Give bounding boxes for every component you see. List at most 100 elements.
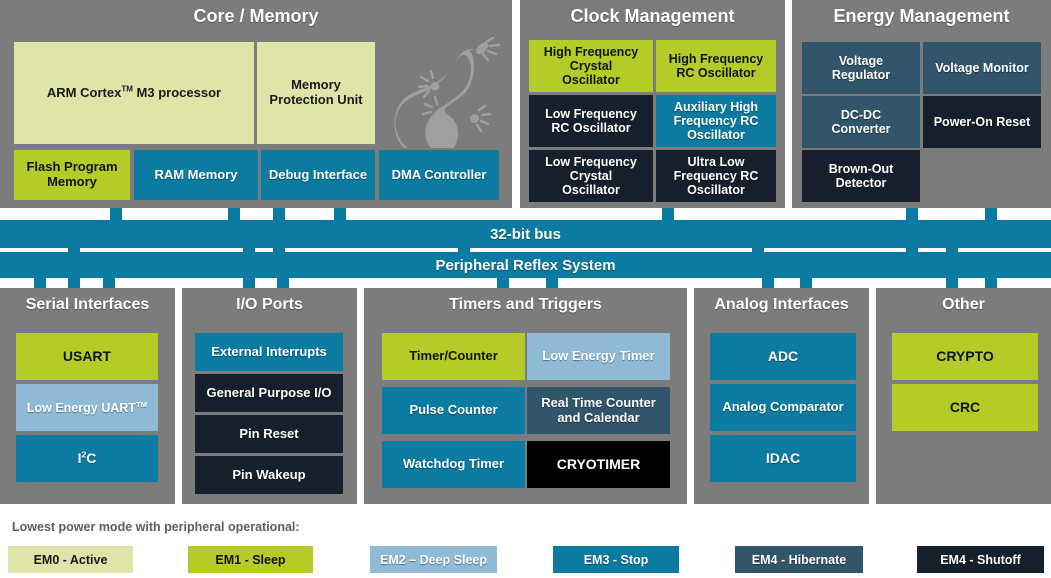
legend-item-em3-stop: EM3 - Stop bbox=[553, 546, 679, 573]
legend-label: EM4 - Hibernate bbox=[751, 552, 847, 567]
panel-title-core-memory: Core / Memory bbox=[193, 6, 319, 26]
block-debug-interface[interactable]: Debug Interface bbox=[261, 150, 375, 200]
block-label: Voltage Monitor bbox=[935, 61, 1029, 75]
block-high-frequency-rc-oscillator[interactable]: High Frequency RC Oscillator bbox=[656, 40, 776, 92]
block-voltage-regulator[interactable]: Voltage Regulator bbox=[802, 42, 920, 94]
block-label: Low Energy UARTTM bbox=[26, 399, 148, 415]
legend-item-em0-active: EM0 - Active bbox=[8, 546, 133, 573]
block-auxiliary-high-frequency-rc-oscillator[interactable]: Auxiliary High Frequency RC Oscillator bbox=[656, 95, 776, 147]
bus-stub-bottom-3 bbox=[103, 278, 115, 288]
legend-item-em2-deep-sleep: EM2 – Deep Sleep bbox=[370, 546, 497, 573]
block-low-energy-timer[interactable]: Low Energy Timer bbox=[527, 333, 670, 380]
block-pulse-counter[interactable]: Pulse Counter bbox=[382, 387, 525, 434]
block-adc[interactable]: ADC bbox=[710, 333, 856, 380]
bus-stub-bottom-6 bbox=[497, 278, 509, 288]
block-ultra-low-frequency-rc-oscillator[interactable]: Ultra Low Frequency RC Oscillator bbox=[656, 150, 776, 202]
block-usart[interactable]: USART bbox=[16, 333, 158, 380]
block-i2c[interactable]: I2C bbox=[16, 435, 158, 482]
block-memory-protection-unit[interactable]: Memory Protection Unit bbox=[257, 42, 375, 144]
block-general-purpose-io[interactable]: General Purpose I/O bbox=[195, 374, 343, 412]
bus-32bit: 32-bit bus bbox=[0, 220, 1051, 248]
block-label: Voltage Regulator bbox=[831, 54, 891, 82]
panel-title-clock-management: Clock Management bbox=[570, 6, 735, 26]
block-label: Pulse Counter bbox=[409, 402, 498, 418]
panel-core-memory: Core / Memory ARM CortexTM M3 processor bbox=[0, 0, 512, 208]
block-idac[interactable]: IDAC bbox=[710, 435, 856, 482]
legend-label: EM0 - Active bbox=[33, 552, 108, 567]
block-label: Low Energy Timer bbox=[542, 348, 655, 364]
block-label: Watchdog Timer bbox=[402, 456, 505, 472]
panel-title-timers-and-triggers: Timers and Triggers bbox=[449, 296, 602, 313]
block-diagram: Core / Memory ARM CortexTM M3 processor bbox=[0, 0, 1051, 578]
bus-stub-bottom-5 bbox=[277, 278, 289, 288]
block-label: Power-On Reset bbox=[933, 115, 1031, 129]
block-label: IDAC bbox=[765, 449, 801, 466]
legend-label: EM2 – Deep Sleep bbox=[380, 552, 487, 567]
block-label: Memory Protection Unit bbox=[269, 77, 363, 107]
block-label: High Frequency RC Oscillator bbox=[668, 52, 764, 80]
block-pin-reset[interactable]: Pin Reset bbox=[195, 415, 343, 453]
block-external-interrupts[interactable]: External Interrupts bbox=[195, 333, 343, 371]
panel-other: Other CRYPTO CRC bbox=[876, 288, 1051, 504]
block-arm-cortex-m3-processor[interactable]: ARM CortexTM M3 processor bbox=[14, 42, 254, 144]
gecko-logo bbox=[378, 36, 502, 161]
bus-stub-bottom-8 bbox=[762, 278, 774, 288]
panel-timers-and-triggers: Timers and Triggers Timer/Counter Low En… bbox=[364, 288, 687, 504]
block-low-frequency-rc-oscillator[interactable]: Low Frequency RC Oscillator bbox=[529, 95, 653, 147]
legend-item-em4-shutoff: EM4 - Shutoff bbox=[917, 546, 1044, 573]
bus-stub-bottom-2 bbox=[68, 278, 80, 288]
block-label: ARM CortexTM M3 processor bbox=[46, 84, 222, 100]
block-label: Timer/Counter bbox=[409, 348, 498, 364]
block-label: RAM Memory bbox=[154, 166, 238, 182]
block-cryotimer[interactable]: CRYOTIMER bbox=[527, 441, 670, 488]
panel-energy-management: Energy Management Voltage Regulator Volta… bbox=[792, 0, 1051, 208]
block-flash-program-memory[interactable]: Flash Program Memory bbox=[14, 150, 130, 200]
block-timer-counter[interactable]: Timer/Counter bbox=[382, 333, 525, 380]
block-label: Low Frequency Crystal Oscillator bbox=[545, 155, 637, 197]
panel-title-analog-interfaces: Analog Interfaces bbox=[714, 296, 849, 313]
block-watchdog-timer[interactable]: Watchdog Timer bbox=[382, 441, 525, 488]
legend-label: EM4 - Shutoff bbox=[940, 552, 1021, 567]
bus-stub-bottom-11 bbox=[985, 278, 997, 288]
block-power-on-reset[interactable]: Power-On Reset bbox=[923, 96, 1041, 148]
panel-analog-interfaces: Analog Interfaces ADC Analog Comparator … bbox=[694, 288, 869, 504]
bus-peripheral-reflex-system: Peripheral Reflex System bbox=[0, 252, 1051, 278]
bus-stub-bottom-7 bbox=[546, 278, 558, 288]
block-label: Flash Program Memory bbox=[26, 159, 118, 189]
panel-serial-interfaces: Serial Interfaces USART Low Energy UARTT… bbox=[0, 288, 175, 504]
panel-title-other: Other bbox=[942, 296, 985, 313]
block-label: Debug Interface bbox=[268, 166, 368, 182]
block-label: I2C bbox=[77, 449, 97, 466]
block-ram-memory[interactable]: RAM Memory bbox=[134, 150, 258, 200]
block-label: Pin Reset bbox=[239, 425, 299, 441]
block-low-energy-uart[interactable]: Low Energy UARTTM bbox=[16, 384, 158, 431]
block-voltage-monitor[interactable]: Voltage Monitor bbox=[923, 42, 1041, 94]
block-crypto[interactable]: CRYPTO bbox=[892, 333, 1038, 380]
block-label: High Frequency Crystal Oscillator bbox=[543, 45, 639, 87]
panel-clock-management: Clock Management High Frequency Crystal Os… bbox=[520, 0, 785, 208]
block-label: USART bbox=[62, 347, 112, 364]
block-label: DMA Controller bbox=[391, 166, 487, 182]
block-label: Pin Wakeup bbox=[232, 466, 306, 482]
block-label: CRYOTIMER bbox=[556, 455, 641, 472]
block-label: CRYPTO bbox=[936, 347, 994, 364]
block-dma-controller[interactable]: DMA Controller bbox=[379, 150, 499, 200]
block-label: Auxiliary High Frequency RC Oscillator bbox=[673, 100, 759, 142]
block-dc-dc-converter[interactable]: DC-DC Converter bbox=[802, 96, 920, 148]
bus-prs-label: Peripheral Reflex System bbox=[435, 256, 616, 274]
block-analog-comparator[interactable]: Analog Comparator bbox=[710, 384, 856, 431]
block-label: General Purpose I/O bbox=[206, 384, 332, 400]
block-label: External Interrupts bbox=[211, 343, 327, 359]
panel-io-ports: I/O Ports External Interrupts General Pu… bbox=[182, 288, 357, 504]
block-real-time-counter-and-calendar[interactable]: Real Time Counter and Calendar bbox=[527, 387, 670, 434]
block-low-frequency-crystal-oscillator[interactable]: Low Frequency Crystal Oscillator bbox=[529, 150, 653, 202]
panel-title-serial-interfaces: Serial Interfaces bbox=[25, 296, 150, 313]
block-brown-out-detector[interactable]: Brown-Out Detector bbox=[802, 150, 920, 202]
block-pin-wakeup[interactable]: Pin Wakeup bbox=[195, 456, 343, 494]
block-high-frequency-crystal-oscillator[interactable]: High Frequency Crystal Oscillator bbox=[529, 40, 653, 92]
block-label: CRC bbox=[949, 398, 981, 415]
block-crc[interactable]: CRC bbox=[892, 384, 1038, 431]
bus-stub-bottom-1 bbox=[34, 278, 46, 288]
bus-stub-bottom-10 bbox=[946, 278, 958, 288]
legend-label: EM3 - Stop bbox=[583, 552, 649, 567]
